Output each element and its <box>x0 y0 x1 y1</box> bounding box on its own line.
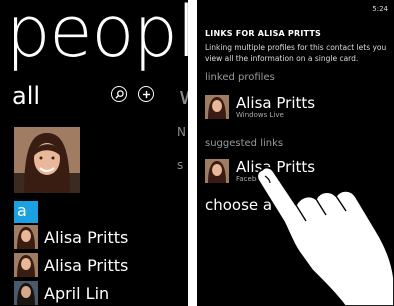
pointing-hand-graphic <box>256 166 394 306</box>
